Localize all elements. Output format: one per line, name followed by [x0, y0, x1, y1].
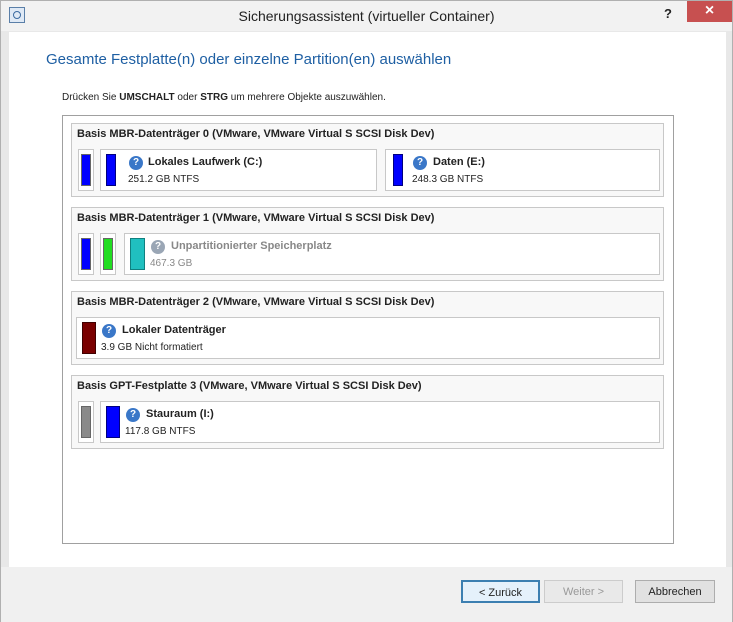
partition-unallocated[interactable]: ? Unpartitionierter Speicherplatz 467.3 …: [124, 233, 660, 275]
disk-title: Basis GPT-Festplatte 3 (VMware, VMware V…: [77, 380, 422, 392]
disk-1-partition-blue[interactable]: [78, 233, 94, 275]
close-button[interactable]: ×: [687, 1, 732, 22]
partition-i[interactable]: ? Stauraum (I:) 117.8 GB NTFS: [100, 401, 660, 443]
title-bar: Sicherungsassistent (virtueller Containe…: [1, 1, 732, 31]
partition-color-bar: [393, 154, 403, 186]
partition-c[interactable]: ? Lokales Laufwerk (C:) 251.2 GB NTFS: [100, 149, 377, 191]
question-icon: ?: [413, 156, 427, 170]
partition-name: Daten (E:): [433, 156, 485, 168]
partition-color-bar: [130, 238, 145, 270]
partition-color-bar: [106, 154, 116, 186]
partition-e[interactable]: ? Daten (E:) 248.3 GB NTFS: [385, 149, 660, 191]
partition-name: Stauraum (I:): [146, 408, 214, 420]
partition-local-disk[interactable]: ? Lokaler Datenträger 3.9 GB Nicht forma…: [76, 317, 660, 359]
partition-name: Unpartitionierter Speicherplatz: [171, 240, 332, 252]
disk-0-reserved-partition[interactable]: [78, 149, 94, 191]
back-button[interactable]: < Zurück: [461, 580, 540, 603]
disk-3-reserved-partition[interactable]: [78, 401, 94, 443]
cancel-button[interactable]: Abbrechen: [635, 580, 715, 603]
partition-size: 248.3 GB NTFS: [412, 174, 484, 185]
disk-title: Basis MBR-Datenträger 0 (VMware, VMware …: [77, 128, 435, 140]
disk-0[interactable]: Basis MBR-Datenträger 0 (VMware, VMware …: [71, 123, 664, 197]
disk-title: Basis MBR-Datenträger 2 (VMware, VMware …: [77, 296, 435, 308]
disk-title: Basis MBR-Datenträger 1 (VMware, VMware …: [77, 212, 435, 224]
question-icon: ?: [151, 240, 165, 254]
disk-1[interactable]: Basis MBR-Datenträger 1 (VMware, VMware …: [71, 207, 664, 281]
question-icon: ?: [102, 324, 116, 338]
wizard-content: Gesamte Festplatte(n) oder einzelne Part…: [9, 32, 726, 567]
wizard-window: Sicherungsassistent (virtueller Containe…: [0, 0, 733, 622]
window-title: Sicherungsassistent (virtueller Containe…: [238, 8, 495, 24]
disk-2[interactable]: Basis MBR-Datenträger 2 (VMware, VMware …: [71, 291, 664, 365]
disk-3[interactable]: Basis GPT-Festplatte 3 (VMware, VMware V…: [71, 375, 664, 449]
partition-size: 467.3 GB: [150, 258, 193, 269]
button-bar: < Zurück Weiter > Abbrechen: [1, 567, 732, 622]
partition-size: 117.8 GB NTFS: [125, 426, 196, 437]
help-button[interactable]: ?: [656, 6, 680, 24]
question-icon: ?: [129, 156, 143, 170]
partition-color-bar: [81, 238, 91, 270]
partition-color-bar: [81, 406, 91, 438]
instruction-text: Drücken Sie UMSCHALT oder STRG um mehrer…: [62, 92, 386, 103]
disk-1-partition-green[interactable]: [100, 233, 116, 275]
question-icon: ?: [126, 408, 140, 422]
partition-name: Lokaler Datenträger: [122, 324, 226, 336]
disk-list[interactable]: Basis MBR-Datenträger 0 (VMware, VMware …: [62, 115, 674, 544]
next-button[interactable]: Weiter >: [544, 580, 623, 603]
partition-color-bar: [81, 154, 91, 186]
partition-color-bar: [106, 406, 120, 438]
partition-color-bar: [103, 238, 113, 270]
partition-size: 251.2 GB NTFS: [128, 174, 200, 185]
page-heading: Gesamte Festplatte(n) oder einzelne Part…: [46, 51, 452, 68]
partition-size: 3.9 GB Nicht formatiert: [101, 342, 203, 353]
partition-name: Lokales Laufwerk (C:): [148, 156, 263, 168]
partition-color-bar: [82, 322, 96, 354]
